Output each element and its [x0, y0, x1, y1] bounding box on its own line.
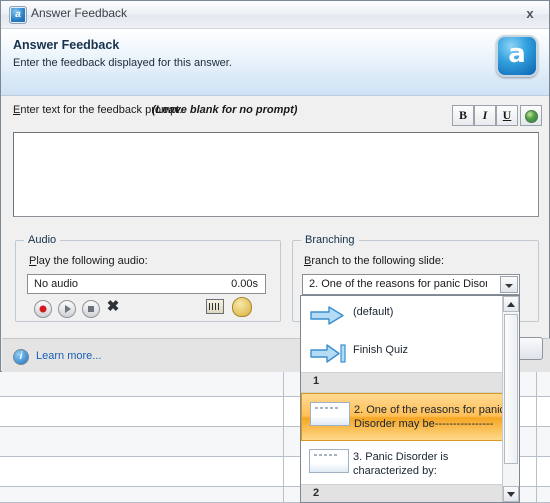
arrow-right-bar-icon [309, 343, 347, 364]
info-icon: i [13, 349, 29, 365]
arrow-right-icon [309, 305, 347, 326]
slide-thumbnail-icon [309, 449, 349, 473]
play-audio-icon[interactable] [58, 300, 76, 318]
dropdown-item-finish-quiz[interactable]: Finish Quiz [301, 334, 519, 372]
import-audio-icon[interactable] [232, 297, 252, 317]
dropdown-group-header-2: 2 [301, 484, 519, 502]
scroll-down-arrow-icon[interactable] [503, 486, 519, 502]
hyperlink-button[interactable] [520, 105, 542, 126]
app-icon: a [9, 6, 27, 24]
dropdown-item-label: (default) [353, 306, 394, 318]
globe-icon [524, 110, 538, 123]
dropdown-item-label: 2. One of the reasons for panic Disorder… [354, 404, 506, 430]
scroll-up-arrow-icon[interactable] [503, 296, 519, 312]
audio-file-value: No audio [34, 278, 79, 290]
dropdown-group-label: 1 [313, 375, 320, 387]
stop-audio-icon[interactable] [82, 300, 100, 318]
audio-play-label-rest: lay the following audio: [36, 255, 148, 267]
dialog-title: Answer Feedback [31, 6, 128, 20]
branch-slide-dropdown-list[interactable]: (default) Finish Quiz 1 2. One of the re… [300, 295, 520, 503]
articulate-logo-icon: a [496, 35, 538, 77]
scrollbar-thumb[interactable] [504, 314, 518, 464]
slide-thumbnail-icon [310, 402, 350, 426]
dropdown-item-slide-2[interactable]: 2. One of the reasons for panic Disorder… [301, 393, 519, 441]
learn-more-link[interactable]: Learn more... [36, 350, 101, 362]
feedback-textarea[interactable] [13, 132, 539, 217]
feedback-prompt-hint: (Leave blank for no prompt) [152, 104, 298, 116]
close-icon[interactable]: x [521, 5, 539, 23]
italic-button[interactable]: I [474, 105, 496, 126]
edit-audio-icon[interactable] [206, 299, 224, 314]
dropdown-scrollbar[interactable] [502, 296, 519, 502]
branching-group-legend: Branching [301, 234, 359, 246]
banner-title: Answer Feedback [13, 38, 120, 52]
dropdown-group-header-1: 1 [301, 372, 519, 393]
background-table-column-divider [283, 371, 284, 503]
dropdown-item-label: 3. Panic Disorder is characterized by: [353, 451, 449, 477]
background-table-column-divider [536, 371, 537, 503]
dialog-banner: Answer Feedback Enter the feedback displ… [1, 29, 549, 96]
branch-slide-label-rest: ranch to the following slide: [311, 255, 445, 267]
bold-button[interactable]: B [452, 105, 474, 126]
branch-slide-combobox[interactable]: 2. One of the reasons for panic Disord..… [302, 274, 520, 295]
banner-subtitle: Enter the feedback displayed for this an… [13, 57, 232, 69]
branch-slide-label: Branch to the following slide: [304, 255, 445, 267]
audio-duration: 0.00s [231, 278, 258, 290]
underline-button[interactable]: U [496, 105, 518, 126]
dropdown-item-label: Finish Quiz [353, 344, 409, 356]
chevron-down-icon[interactable] [500, 276, 518, 293]
dialog-titlebar: a Answer Feedback x [1, 1, 549, 29]
audio-file-field[interactable]: No audio 0.00s [27, 274, 266, 294]
audio-play-label: Play the following audio: [29, 255, 148, 267]
record-audio-icon[interactable] [34, 300, 52, 318]
dropdown-group-label: 2 [313, 487, 320, 499]
delete-audio-icon[interactable]: ✖ [104, 298, 122, 316]
dropdown-item-slide-3[interactable]: 3. Panic Disorder is characterized by: [301, 441, 519, 484]
dropdown-item-default[interactable]: (default) [301, 296, 519, 334]
branch-slide-selected-value: 2. One of the reasons for panic Disord..… [309, 278, 487, 290]
audio-group-legend: Audio [24, 234, 61, 246]
